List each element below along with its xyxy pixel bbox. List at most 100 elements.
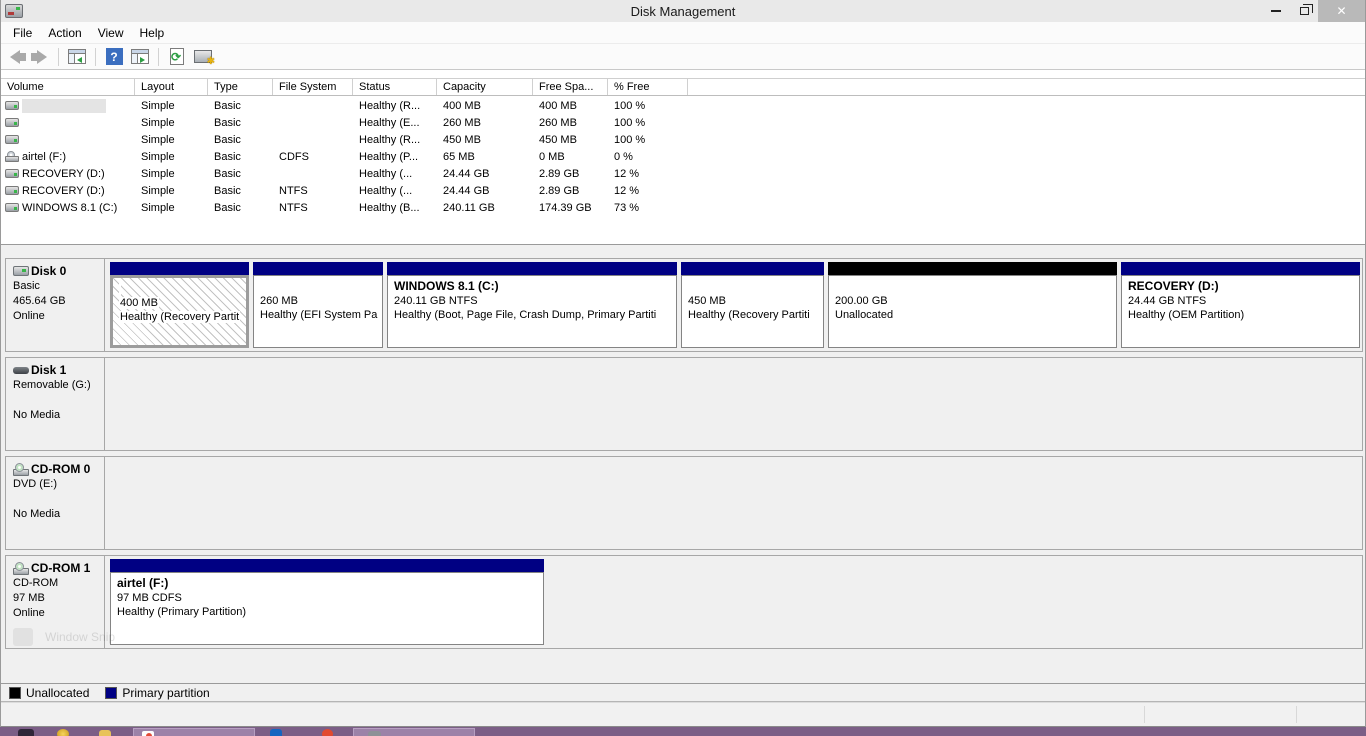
partition-windows-c[interactable]: WINDOWS 8.1 (C:) 240.11 GB NTFS Healthy … [387,262,677,348]
cdrom-icon [13,561,29,575]
cell-status: Healthy (P... [359,150,419,163]
volume-row[interactable]: RECOVERY (D:) Simple Basic NTFS Healthy … [1,182,1365,199]
cell-layout: Simple [141,133,175,146]
unallocated-swatch [9,686,21,699]
volume-cd-icon [5,151,19,162]
disk-row-disk1: Disk 1 Removable (G:) No Media [5,357,1363,451]
disk1-label-panel[interactable]: Disk 1 Removable (G:) No Media [6,358,105,450]
volume-row[interactable]: Simple Basic Healthy (E... 260 MB 260 MB… [1,114,1365,131]
cell-type: Basic [214,184,241,197]
cell-volume: RECOVERY (D:) [22,167,105,180]
statusbar-divider [1144,706,1145,723]
legend-label: Primary partition [122,685,210,700]
legend-primary-partition: Primary partition [105,685,210,700]
column-header-volume[interactable]: Volume [1,79,135,95]
cell-layout: Simple [141,167,175,180]
disk-name: CD-ROM 0 [31,462,91,476]
refresh-button[interactable]: ⟳ [164,46,190,68]
cell-status: Healthy (R... [359,99,421,112]
forward-button[interactable] [27,46,53,68]
volume-row[interactable]: RECOVERY (D:) Simple Basic Healthy (... … [1,165,1365,182]
cell-status: Healthy (B... [359,201,420,214]
menu-view[interactable]: View [90,22,132,43]
disk-icon [13,266,29,276]
volume-row[interactable]: Simple Basic Healthy (R... 450 MB 450 MB… [1,131,1365,148]
close-button[interactable]: ✕ [1318,0,1365,22]
help-button[interactable]: ? [101,46,127,68]
status-bar [1,702,1365,727]
cell-free-space: 2.89 GB [539,167,580,180]
show-action-pane-button[interactable] [127,46,153,68]
cell-status: Healthy (R... [359,133,421,146]
volume-row[interactable]: airtel (F:) Simple Basic CDFS Healthy (P… [1,148,1365,165]
window-title: Disk Management [630,3,736,19]
volume-row[interactable]: WINDOWS 8.1 (C:) Simple Basic NTFS Healt… [1,199,1365,216]
partition-recovery-400mb[interactable]: 400 MB Healthy (Recovery Partit [110,262,249,348]
statusbar-divider [1296,706,1297,723]
cell-layout: Simple [141,116,175,129]
blue-app-icon[interactable] [270,729,282,736]
partition-recovery-450mb[interactable]: 450 MB Healthy (Recovery Partiti [681,262,824,348]
primary-partition-swatch [105,686,118,699]
taskbar[interactable] [0,727,1366,736]
menu-file[interactable]: File [1,22,40,43]
cell-pct-free: 12 % [614,184,640,197]
back-button[interactable] [1,46,27,68]
start-button[interactable] [18,729,34,736]
cdrom-icon [13,462,29,476]
column-header-file-system[interactable]: File System [273,79,353,95]
cell-volume: RECOVERY (D:) [22,184,105,197]
open-app-taskbar-button[interactable] [353,728,475,736]
cell-status: Healthy (E... [359,116,420,129]
red-app-icon[interactable] [322,729,333,736]
cell-capacity: 65 MB [443,150,475,163]
snipping-tool-taskbar-button[interactable] [133,728,255,736]
partition-recovery-d[interactable]: RECOVERY (D:) 24.44 GB NTFS Healthy (OEM… [1121,262,1360,348]
cell-volume: WINDOWS 8.1 (C:) [22,201,118,214]
cell-free-space: 174.39 GB [539,201,592,214]
disk-info: Basic 465.64 GB Online [13,280,66,322]
cdrom0-label-panel[interactable]: CD-ROM 0 DVD (E:) No Media [6,457,105,549]
volume-drive-icon [5,169,19,178]
removable-disk-icon [13,366,29,374]
column-header-layout[interactable]: Layout [135,79,208,95]
file-explorer-icon[interactable] [99,730,111,736]
partition-unallocated[interactable]: 200.00 GB Unallocated [828,262,1117,348]
column-header-status[interactable]: Status [353,79,437,95]
partition-efi-260mb[interactable]: 260 MB Healthy (EFI System Pa [253,262,383,348]
cell-capacity: 260 MB [443,116,481,129]
volume-list-pane: Volume Layout Type File System Status Ca… [1,70,1365,244]
column-header-free-space[interactable]: Free Spa... [533,79,608,95]
cell-volume: airtel (F:) [22,150,66,163]
menu-help[interactable]: Help [132,22,173,43]
column-header-capacity[interactable]: Capacity [437,79,533,95]
partition-strip [110,559,544,572]
column-header-filler [688,79,1365,95]
restore-button[interactable] [1290,0,1318,22]
cdrom1-partitions: airtel (F:) 97 MB CDFS Healthy (Primary … [105,556,1362,648]
column-header-pct-free[interactable]: % Free [608,79,688,95]
cell-type: Basic [214,133,241,146]
show-console-tree-button[interactable] [64,46,90,68]
volume-drive-icon [5,101,19,110]
cell-free-space: 2.89 GB [539,184,580,197]
cdrom1-label-panel[interactable]: CD-ROM 1 CD-ROM 97 MB Online [6,556,105,648]
menu-action[interactable]: Action [40,22,89,43]
disk-name: Disk 1 [31,363,67,377]
cell-capacity: 24.44 GB [443,167,490,180]
cell-pct-free: 73 % [614,201,640,214]
selected-volume-name-box [22,98,106,113]
internet-explorer-icon[interactable] [57,729,69,736]
volume-row[interactable]: Simple Basic Healthy (R... 400 MB 400 MB… [1,97,1365,114]
close-icon: ✕ [1336,4,1347,18]
disk-management-window: Disk Management ✕ File Action View Help … [0,0,1366,736]
cell-type: Basic [214,99,241,112]
minimize-button[interactable] [1262,0,1290,22]
disk0-label-panel[interactable]: Disk 0 Basic 465.64 GB Online [6,259,105,351]
toolbar: ? ⟳ [1,44,1365,70]
window-controls: ✕ [1262,0,1365,22]
column-header-type[interactable]: Type [208,79,273,95]
partition-airtel-f[interactable]: airtel (F:) 97 MB CDFS Healthy (Primary … [110,559,544,645]
cell-capacity: 240.11 GB [443,201,495,214]
rescan-disks-button[interactable] [190,46,216,68]
